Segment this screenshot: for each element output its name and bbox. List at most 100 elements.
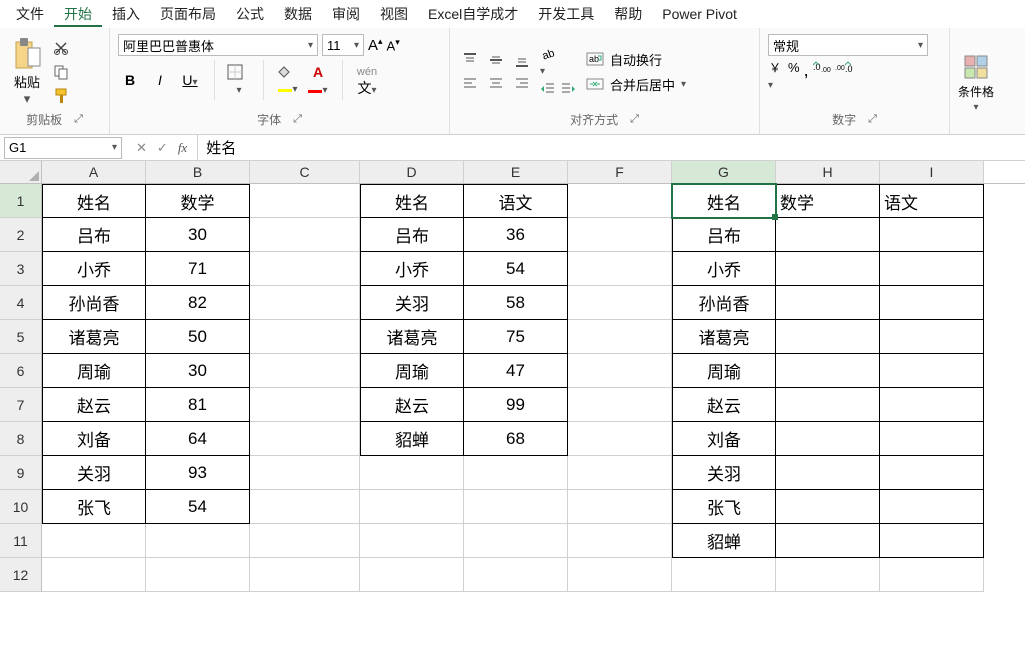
column-header-C[interactable]: C: [250, 161, 360, 183]
cell-A12[interactable]: [42, 558, 146, 592]
cell-G4[interactable]: 孙尚香: [672, 286, 776, 320]
cell-F1[interactable]: [568, 184, 672, 218]
column-header-H[interactable]: H: [776, 161, 880, 183]
cell-F7[interactable]: [568, 388, 672, 422]
cell-H12[interactable]: [776, 558, 880, 592]
cell-G5[interactable]: 诸葛亮: [672, 320, 776, 354]
cell-H7[interactable]: [776, 388, 880, 422]
cell-E1[interactable]: 语文: [464, 184, 568, 218]
cell-E2[interactable]: 36: [464, 218, 568, 252]
cell-B8[interactable]: 64: [146, 422, 250, 456]
decrease-indent-button[interactable]: [540, 81, 556, 97]
cell-C11[interactable]: [250, 524, 360, 558]
cell-B9[interactable]: 93: [146, 456, 250, 490]
cell-I5[interactable]: [880, 320, 984, 354]
menu-file[interactable]: 文件: [6, 1, 54, 27]
phonetic-button[interactable]: wén文▾: [355, 62, 379, 98]
cell-G2[interactable]: 吕布: [672, 218, 776, 252]
cell-A4[interactable]: 孙尚香: [42, 286, 146, 320]
cell-D5[interactable]: 诸葛亮: [360, 320, 464, 354]
cell-I1[interactable]: 语文: [880, 184, 984, 218]
cell-A7[interactable]: 赵云: [42, 388, 146, 422]
cell-E11[interactable]: [464, 524, 568, 558]
format-painter-button[interactable]: [50, 85, 72, 107]
cell-B2[interactable]: 30: [146, 218, 250, 252]
font-size-select[interactable]: 11▾: [322, 34, 364, 56]
row-header-10[interactable]: 10: [0, 490, 42, 524]
cell-D6[interactable]: 周瑜: [360, 354, 464, 388]
increase-decimal-button[interactable]: .0.00: [813, 60, 831, 91]
cell-A9[interactable]: 关羽: [42, 456, 146, 490]
cell-G6[interactable]: 周瑜: [672, 354, 776, 388]
cell-D7[interactable]: 赵云: [360, 388, 464, 422]
formula-input[interactable]: 姓名: [197, 135, 1025, 160]
cell-A6[interactable]: 周瑜: [42, 354, 146, 388]
cell-D10[interactable]: [360, 490, 464, 524]
cell-F6[interactable]: [568, 354, 672, 388]
cell-D2[interactable]: 吕布: [360, 218, 464, 252]
conditional-format-button[interactable]: 条件格 ▾: [958, 53, 994, 113]
cell-B10[interactable]: 54: [146, 490, 250, 524]
menu-powerpivot[interactable]: Power Pivot: [652, 3, 747, 25]
menu-review[interactable]: 审阅: [322, 1, 370, 27]
column-header-D[interactable]: D: [360, 161, 464, 183]
percent-button[interactable]: %: [788, 60, 800, 91]
cell-A2[interactable]: 吕布: [42, 218, 146, 252]
cell-H6[interactable]: [776, 354, 880, 388]
cell-E5[interactable]: 75: [464, 320, 568, 354]
cell-C3[interactable]: [250, 252, 360, 286]
cell-I12[interactable]: [880, 558, 984, 592]
cell-E9[interactable]: [464, 456, 568, 490]
cell-E12[interactable]: [464, 558, 568, 592]
cell-F3[interactable]: [568, 252, 672, 286]
column-header-E[interactable]: E: [464, 161, 568, 183]
cell-E4[interactable]: 58: [464, 286, 568, 320]
cell-A8[interactable]: 刘备: [42, 422, 146, 456]
fx-button[interactable]: fx: [178, 140, 187, 156]
cell-H4[interactable]: [776, 286, 880, 320]
row-header-12[interactable]: 12: [0, 558, 42, 592]
cell-C5[interactable]: [250, 320, 360, 354]
cell-F8[interactable]: [568, 422, 672, 456]
cell-F9[interactable]: [568, 456, 672, 490]
cell-G10[interactable]: 张飞: [672, 490, 776, 524]
cell-A11[interactable]: [42, 524, 146, 558]
align-bottom-button[interactable]: [510, 49, 534, 71]
cell-G12[interactable]: [672, 558, 776, 592]
menu-insert[interactable]: 插入: [102, 1, 150, 27]
cell-E8[interactable]: 68: [464, 422, 568, 456]
row-header-2[interactable]: 2: [0, 218, 42, 252]
cell-I7[interactable]: [880, 388, 984, 422]
bold-button[interactable]: B: [118, 72, 142, 88]
row-header-3[interactable]: 3: [0, 252, 42, 286]
border-button[interactable]: ▾: [227, 64, 251, 96]
confirm-formula-button[interactable]: ✓: [157, 140, 168, 156]
row-header-1[interactable]: 1: [0, 184, 42, 218]
number-format-select[interactable]: 常规▾: [768, 34, 928, 56]
select-all-corner[interactable]: [0, 161, 42, 183]
cell-I11[interactable]: [880, 524, 984, 558]
increase-indent-button[interactable]: [560, 81, 576, 97]
comma-button[interactable]: ,: [804, 60, 809, 91]
cell-H1[interactable]: 数学: [776, 184, 880, 218]
cell-D8[interactable]: 貂蝉: [360, 422, 464, 456]
row-header-9[interactable]: 9: [0, 456, 42, 490]
cell-D1[interactable]: 姓名: [360, 184, 464, 218]
cell-G8[interactable]: 刘备: [672, 422, 776, 456]
cell-F12[interactable]: [568, 558, 672, 592]
italic-button[interactable]: I: [148, 72, 172, 88]
align-top-button[interactable]: [458, 49, 482, 71]
cell-E6[interactable]: 47: [464, 354, 568, 388]
cell-E3[interactable]: 54: [464, 252, 568, 286]
cell-D12[interactable]: [360, 558, 464, 592]
cell-H10[interactable]: [776, 490, 880, 524]
dialog-launcher-icon[interactable]: ⤢: [74, 113, 83, 126]
cell-F4[interactable]: [568, 286, 672, 320]
cell-H8[interactable]: [776, 422, 880, 456]
name-box[interactable]: G1▾: [4, 137, 122, 159]
cancel-formula-button[interactable]: ✕: [136, 140, 147, 156]
fill-color-button[interactable]: ▾: [276, 65, 300, 95]
copy-button[interactable]: [50, 61, 72, 83]
menu-layout[interactable]: 页面布局: [150, 1, 226, 27]
cell-I6[interactable]: [880, 354, 984, 388]
